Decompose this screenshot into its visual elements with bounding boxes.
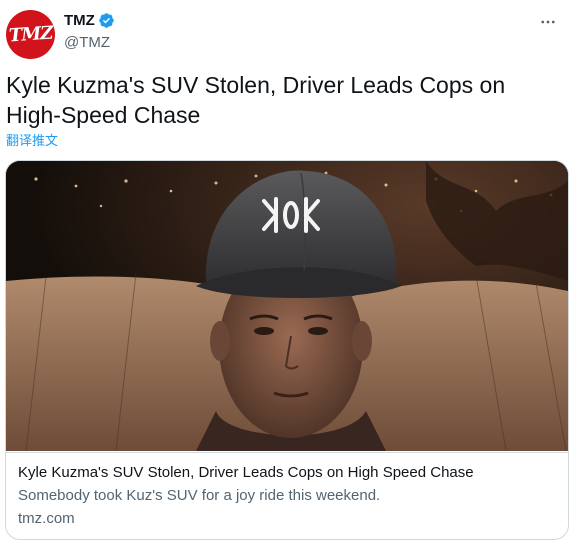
card-domain[interactable]: tmz.com xyxy=(18,509,556,529)
author-name-row[interactable]: TMZ xyxy=(64,12,115,29)
author-handle[interactable]: @TMZ xyxy=(64,34,110,51)
card-photo xyxy=(6,161,568,451)
tweet-text: Kyle Kuzma's SUV Stolen, Driver Leads Co… xyxy=(6,72,506,128)
translate-tweet-link[interactable]: 翻译推文 xyxy=(6,130,58,149)
card-title[interactable]: Kyle Kuzma's SUV Stolen, Driver Leads Co… xyxy=(18,463,556,483)
more-options-icon[interactable] xyxy=(536,10,560,34)
tweet: TMZ TMZ @TMZ Kyle Kuzma's SUV Stolen, Dr… xyxy=(0,0,574,541)
author-name[interactable]: TMZ xyxy=(64,12,95,29)
card-image[interactable] xyxy=(6,161,568,451)
avatar[interactable]: TMZ xyxy=(6,10,55,59)
card-body[interactable]: Kyle Kuzma's SUV Stolen, Driver Leads Co… xyxy=(6,452,568,539)
card-description: Somebody took Kuz's SUV for a joy ride t… xyxy=(18,487,381,504)
verified-badge-icon xyxy=(99,13,114,28)
link-preview-card[interactable]: Kyle Kuzma's SUV Stolen, Driver Leads Co… xyxy=(5,160,569,540)
tmz-logo: TMZ xyxy=(8,22,53,47)
